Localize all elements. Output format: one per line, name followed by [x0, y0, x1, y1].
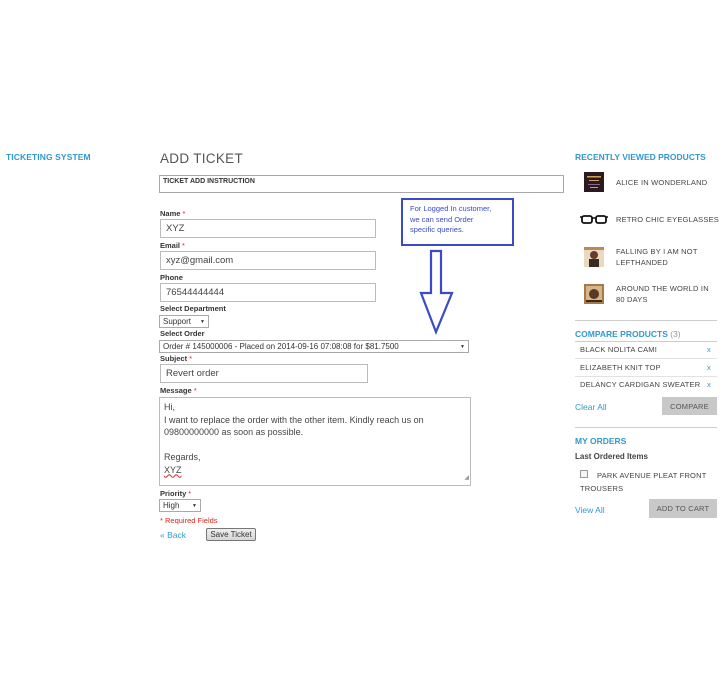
compare-products-title: COMPARE PRODUCTS (3) [575, 329, 681, 339]
order-select[interactable]: Order # 145000006 - Placed on 2014-09-16… [159, 340, 469, 353]
recently-viewed-item[interactable]: RETRO CHIC EYEGLASSES [580, 205, 720, 233]
back-link[interactable]: « Back [160, 530, 186, 540]
save-ticket-button[interactable]: Save Ticket [206, 528, 256, 541]
last-ordered-subtitle: Last Ordered Items [575, 452, 648, 461]
view-all-link[interactable]: View All [575, 505, 605, 515]
phone-label: Phone [160, 273, 183, 282]
compare-item[interactable]: DELANCY CARDIGAN SWEATER [580, 380, 700, 389]
ticketing-system-link[interactable]: TICKETING SYSTEM [6, 152, 91, 162]
compare-button[interactable]: COMPARE [662, 397, 717, 415]
subject-field[interactable]: Revert order [160, 364, 368, 383]
department-value: Support [163, 317, 192, 326]
page-title: ADD TICKET [160, 151, 244, 166]
product-name: FALLING BY I AM NOT LEFTHANDED [616, 247, 698, 267]
sidebar-divider [575, 427, 717, 428]
name-field[interactable]: XYZ [160, 219, 376, 238]
priority-select[interactable]: High ▼ [159, 499, 201, 512]
chevron-down-icon: ▼ [460, 343, 465, 350]
ordered-item-name: TROUSERS [580, 484, 624, 493]
chevron-down-icon: ▼ [192, 502, 197, 509]
item-checkbox[interactable] [580, 470, 588, 478]
ordered-item-name: PARK AVENUE PLEAT FRONT [597, 471, 707, 480]
email-field[interactable]: xyz@gmail.com [160, 251, 376, 270]
book-cover-icon [580, 280, 608, 308]
priority-label: Priority * [160, 489, 192, 498]
compare-item[interactable]: ELIZABETH KNIT TOP [580, 363, 661, 372]
priority-value: High [163, 501, 180, 510]
remove-icon[interactable]: x [707, 380, 711, 389]
annotation-line: specific queries. [410, 225, 464, 234]
recently-viewed-item[interactable]: FALLING BY I AM NOT LEFTHANDED [580, 243, 720, 271]
recently-viewed-item[interactable]: AROUND THE WORLD IN 80 DAYS [580, 280, 720, 308]
instruction-title: TICKET ADD INSTRUCTION [163, 178, 255, 185]
book-cover-icon [580, 168, 608, 196]
remove-icon[interactable]: x [707, 345, 711, 354]
product-name: AROUND THE WORLD IN 80 DAYS [616, 284, 709, 304]
add-to-cart-button[interactable]: ADD TO CART [649, 499, 717, 518]
message-line: Regards, [164, 452, 201, 462]
product-name: ALICE IN WONDERLAND [616, 177, 708, 187]
sidebar-divider [575, 341, 717, 342]
message-line: I want to replace the order with the oth… [164, 414, 424, 425]
name-label: Name * [160, 209, 186, 218]
resize-grip-icon[interactable]: ◢ [464, 472, 469, 485]
eyeglasses-icon [580, 205, 608, 233]
album-cover-icon [580, 243, 608, 271]
instruction-box: TICKET ADD INSTRUCTION [159, 175, 564, 193]
phone-field[interactable]: 76544444444 [160, 283, 376, 302]
my-orders-title: MY ORDERS [575, 436, 627, 446]
annotation-line: For Logged In customer, [410, 204, 492, 213]
subject-label: Subject * [160, 354, 193, 363]
sidebar-divider [575, 376, 717, 377]
compare-item[interactable]: BLACK NOLITA CAMI [580, 345, 657, 354]
product-name: RETRO CHIC EYEGLASSES [616, 214, 719, 224]
order-label: Select Order [160, 329, 205, 338]
recently-viewed-title: RECENTLY VIEWED PRODUCTS [575, 152, 706, 162]
message-line [164, 439, 466, 452]
clear-all-link[interactable]: Clear All [575, 402, 607, 412]
email-label: Email * [160, 241, 185, 250]
order-value: Order # 145000006 - Placed on 2014-09-16… [163, 342, 399, 351]
annotation-line: we can send Order [410, 214, 474, 224]
sidebar-divider [575, 320, 717, 321]
compare-count: (3) [670, 329, 681, 339]
department-label: Select Department [160, 304, 226, 313]
recently-viewed-item[interactable]: ALICE IN WONDERLAND [580, 168, 720, 196]
annotation-callout: For Logged In customer, we can send Orde… [401, 198, 514, 246]
department-select[interactable]: Support ▼ [159, 315, 209, 328]
message-line: 09800000000 as soon as possible. [164, 427, 304, 437]
required-fields-note: * Required Fields [160, 516, 218, 525]
remove-icon[interactable]: x [707, 363, 711, 372]
message-label: Message * [160, 386, 197, 395]
chevron-down-icon: ▼ [200, 318, 205, 325]
signature-text: XYZ [164, 464, 182, 475]
message-line: Hi, [164, 402, 175, 412]
message-line: XYZ [164, 464, 466, 477]
sidebar-divider [575, 358, 717, 359]
down-arrow-icon [419, 249, 454, 335]
message-textarea[interactable]: Hi, I want to replace the order with the… [159, 397, 471, 486]
